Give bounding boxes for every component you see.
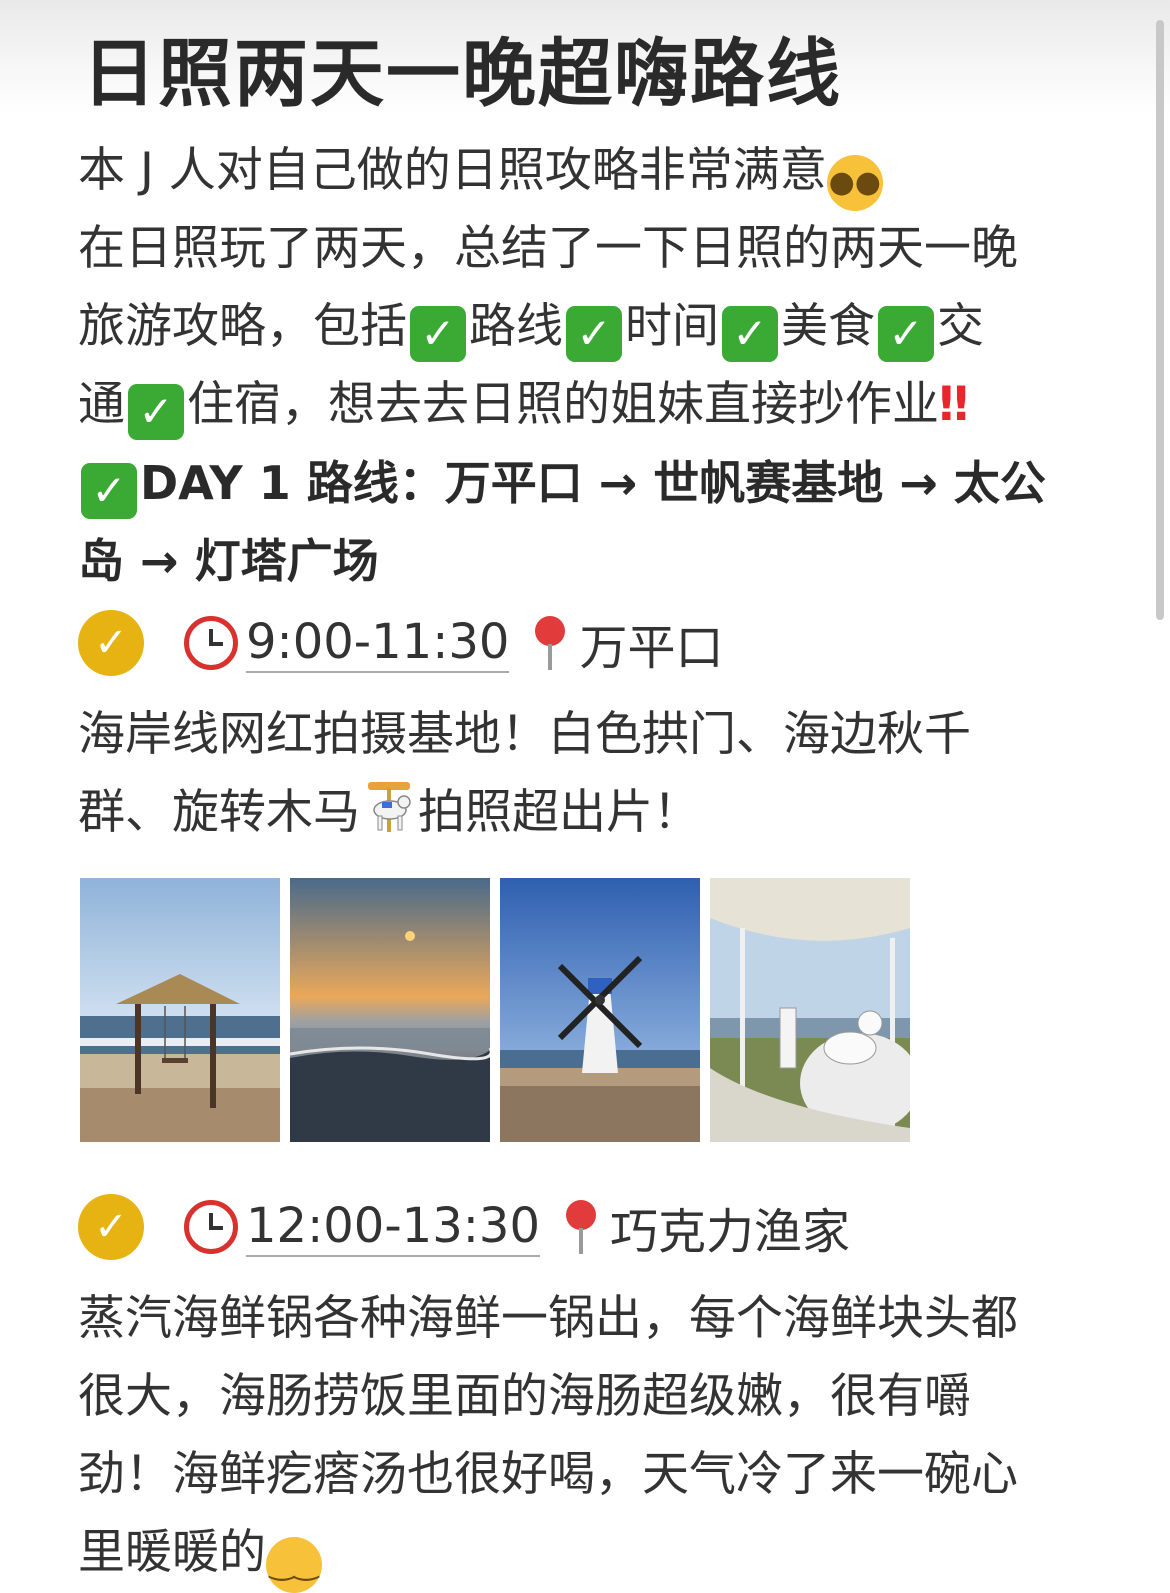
- photo-sunset-sea[interactable]: [290, 878, 490, 1142]
- intro-line-2: 在日照玩了两天，总结了一下日照的两天一晚: [78, 210, 1108, 288]
- stop1-place: 万平口: [579, 620, 724, 676]
- intro-line-3-text-c: 时间: [625, 299, 719, 354]
- day1-route-text-1: DAY 1 路线：万平口 → 世帆赛基地 → 太公: [140, 456, 1046, 510]
- stop1-desc-text-2b: 拍照超出片！: [418, 785, 700, 840]
- intro-line-3-text-b: 路线: [469, 299, 563, 354]
- scrollbar[interactable]: [1156, 20, 1164, 620]
- stop2-desc-text-1: 蒸汽海鲜锅各种海鲜一锅出，每个海鲜块头都: [78, 1291, 1018, 1346]
- stop1-desc-line-1: 海岸线网红拍摄基地！白色拱门、海边秋千: [78, 696, 1108, 774]
- intro-line-4-text-b: 住宿，想去去日照的姐妹直接抄作业: [187, 377, 939, 432]
- stop2-desc-line-3: 劲！海鲜疙瘩汤也很好喝，天气冷了来一碗心: [78, 1436, 1108, 1514]
- intro-line-4-text-a: 通: [78, 377, 125, 432]
- stop1-desc-text-2a: 群、旋转木马: [78, 785, 360, 840]
- stop1-desc-line-2: 群、旋转木马 拍照超出片！: [78, 774, 1108, 852]
- stop2-desc-text-2: 很大，海肠捞饭里面的海肠超级嫩，很有嚼: [78, 1369, 971, 1424]
- partying-face-icon: ●●: [826, 155, 883, 211]
- stop2-desc-text-3: 劲！海鲜疙瘩汤也很好喝，天气冷了来一碗心: [78, 1447, 1018, 1502]
- check-mark-button-icon: ✓: [722, 306, 778, 362]
- round-pushpin-icon: [564, 1198, 598, 1256]
- stop2-desc-text-4: 里暖暖的: [78, 1525, 266, 1580]
- stop2-desc-line-1: 蒸汽海鲜锅各种海鲜一锅出，每个海鲜块头都: [78, 1280, 1108, 1358]
- check-mark-button-icon: ✓: [878, 306, 934, 362]
- photo-carousel[interactable]: [710, 878, 910, 1142]
- check-mark-button-icon: ✓: [128, 384, 184, 440]
- day1-route-line-2: 岛 → 灯塔广场: [78, 522, 1108, 600]
- check-mark-button-icon: ✓: [81, 463, 137, 519]
- stop2-time: 12:00-13:30: [246, 1197, 540, 1257]
- stop2-header: ✓ 12:00-13:30 巧克力渔家: [78, 1192, 850, 1262]
- stop1-header: ✓ 9:00-11:30 万平口: [78, 608, 723, 678]
- round-pushpin-icon: [533, 614, 567, 672]
- yellow-check-icon: ✓: [78, 610, 144, 676]
- stop2-place: 巧克力渔家: [609, 1204, 850, 1260]
- stop2-desc-line-4: 里暖暖的 ‿‿: [78, 1514, 1108, 1593]
- double-exclamation-icon: ‼: [939, 377, 969, 432]
- stop1-time: 9:00-11:30: [246, 613, 510, 673]
- stop1-desc-text-1: 海岸线网红拍摄基地！白色拱门、海边秋千: [78, 707, 971, 762]
- day1-route-text-2: 岛 → 灯塔广场: [78, 534, 379, 588]
- photo-beach-swing[interactable]: [80, 878, 280, 1142]
- alarm-clock-icon: [184, 1200, 238, 1254]
- intro-line-3-text-a: 旅游攻略，包括: [78, 299, 407, 354]
- relieved-face-icon: ‿‿: [266, 1537, 322, 1593]
- yellow-check-icon: ✓: [78, 1194, 144, 1260]
- alarm-clock-icon: [184, 616, 238, 670]
- photo-strip: [80, 878, 910, 1142]
- check-mark-button-icon: ✓: [410, 306, 466, 362]
- intro-line-3-text-e: 交: [937, 299, 984, 354]
- carousel-horse-icon: [360, 778, 418, 836]
- intro-line-3: 旅游攻略，包括 ✓ 路线 ✓ 时间 ✓ 美食 ✓ 交: [78, 288, 1108, 366]
- page-title: 日照两天一晚超嗨路线: [82, 31, 842, 117]
- photo-windmill[interactable]: [500, 878, 700, 1142]
- intro-line-1: 本 J 人对自己做的日照攻略非常满意●●: [78, 132, 1108, 211]
- intro-line-4: 通 ✓ 住宿，想去去日照的姐妹直接抄作业‼: [78, 366, 1108, 444]
- intro-line-3-text-d: 美食: [781, 299, 875, 354]
- day1-route-line-1: ✓ DAY 1 路线：万平口 → 世帆赛基地 → 太公: [78, 444, 1108, 522]
- check-mark-button-icon: ✓: [566, 306, 622, 362]
- intro-line-2-text: 在日照玩了两天，总结了一下日照的两天一晚: [78, 221, 1018, 276]
- intro-line-1-text: 本 J 人对自己做的日照攻略非常满意: [78, 143, 827, 198]
- stop2-desc-line-2: 很大，海肠捞饭里面的海肠超级嫩，很有嚼: [78, 1358, 1108, 1436]
